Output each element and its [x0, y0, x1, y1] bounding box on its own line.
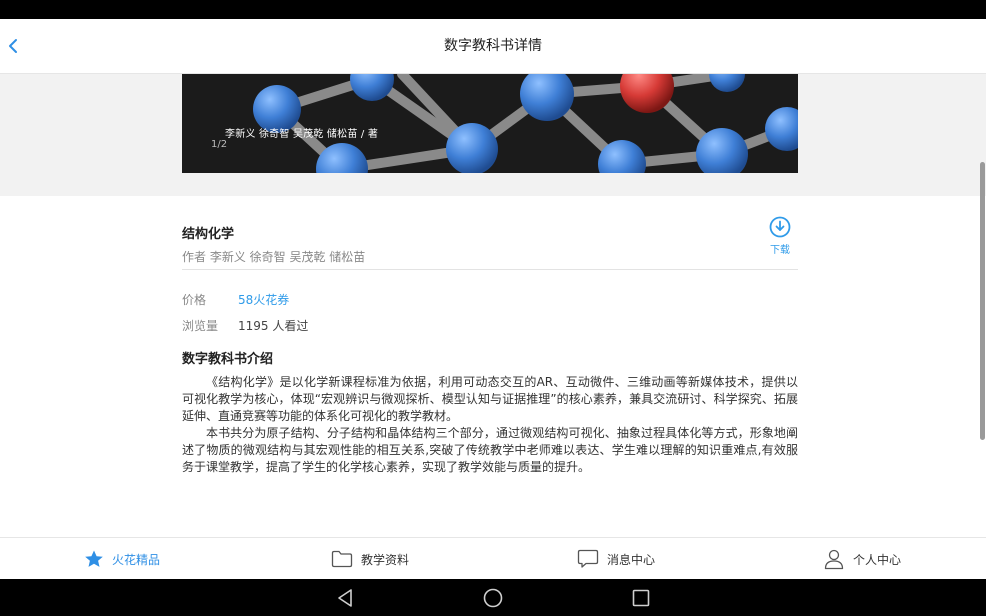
system-home-button[interactable] [481, 586, 505, 610]
download-button[interactable]: 下载 [766, 216, 794, 262]
tab-personal-center[interactable]: 个人中心 [823, 538, 901, 579]
app-screen: 数字教科书详情 李新义 徐奇智 吴茂乾 储松苗 / 著 1/2 结构化学 作者 … [0, 19, 986, 579]
price-value: 58火花券 [238, 293, 290, 307]
price-row: 价格 58火花券 [182, 291, 289, 308]
download-circle-icon [769, 216, 791, 238]
circle-home-icon [483, 588, 503, 608]
system-recents-button[interactable] [629, 586, 653, 610]
folder-icon [331, 550, 353, 568]
book-title: 结构化学 [182, 227, 235, 242]
molecule-illustration [182, 74, 798, 173]
tab-label: 火花精品 [112, 552, 161, 567]
nav-header: 数字教科书详情 [0, 19, 986, 74]
person-icon [824, 549, 844, 570]
page-title: 数字教科书详情 [444, 38, 542, 54]
book-cover-banner[interactable]: 李新义 徐奇智 吴茂乾 储松苗 / 著 1/2 [182, 74, 798, 173]
scrollbar[interactable] [980, 162, 985, 440]
status-bar [0, 0, 986, 19]
banner-caption: 李新义 徐奇智 吴茂乾 储松苗 / 著 [225, 129, 379, 140]
views-row: 浏览量 1195 人看过 [182, 317, 308, 334]
tab-spark-featured[interactable]: 火花精品 [84, 538, 160, 579]
views-value: 1195 人看过 [238, 319, 309, 333]
intro-text: 《结构化学》是以化学新课程标准为依据，利用可动态交互的AR、互动微件、三维动画等… [182, 374, 798, 476]
bottom-tab-bar: 火花精品 教学资料 消息中心 个人中心 [0, 537, 986, 579]
price-label: 价格 [182, 293, 207, 307]
tab-label: 消息中心 [607, 552, 656, 567]
intro-paragraph: 《结构化学》是以化学新课程标准为依据，利用可动态交互的AR、互动微件、三维动画等… [182, 375, 798, 423]
book-author: 作者 李新义 徐奇智 吴茂乾 储松苗 [182, 250, 366, 264]
download-label: 下载 [770, 245, 790, 256]
tab-label: 教学资料 [361, 552, 410, 567]
tab-label: 个人中心 [853, 552, 902, 567]
intro-paragraph: 本书共分为原子结构、分子结构和晶体结构三个部分，通过微观结构可视化、抽象过程具体… [182, 426, 798, 474]
chat-bubble-icon [577, 549, 599, 568]
views-label: 浏览量 [182, 319, 219, 333]
divider [182, 269, 798, 270]
star-icon [85, 550, 103, 567]
system-navigation-bar [0, 579, 986, 616]
tab-message-center[interactable]: 消息中心 [577, 538, 655, 579]
banner-page-indicator: 1/2 [211, 139, 228, 150]
system-back-button[interactable] [334, 586, 358, 610]
square-recents-icon [632, 589, 650, 607]
tab-teaching-materials[interactable]: 教学资料 [331, 538, 409, 579]
intro-title: 数字教科书介绍 [182, 352, 274, 367]
triangle-back-icon [338, 589, 352, 607]
